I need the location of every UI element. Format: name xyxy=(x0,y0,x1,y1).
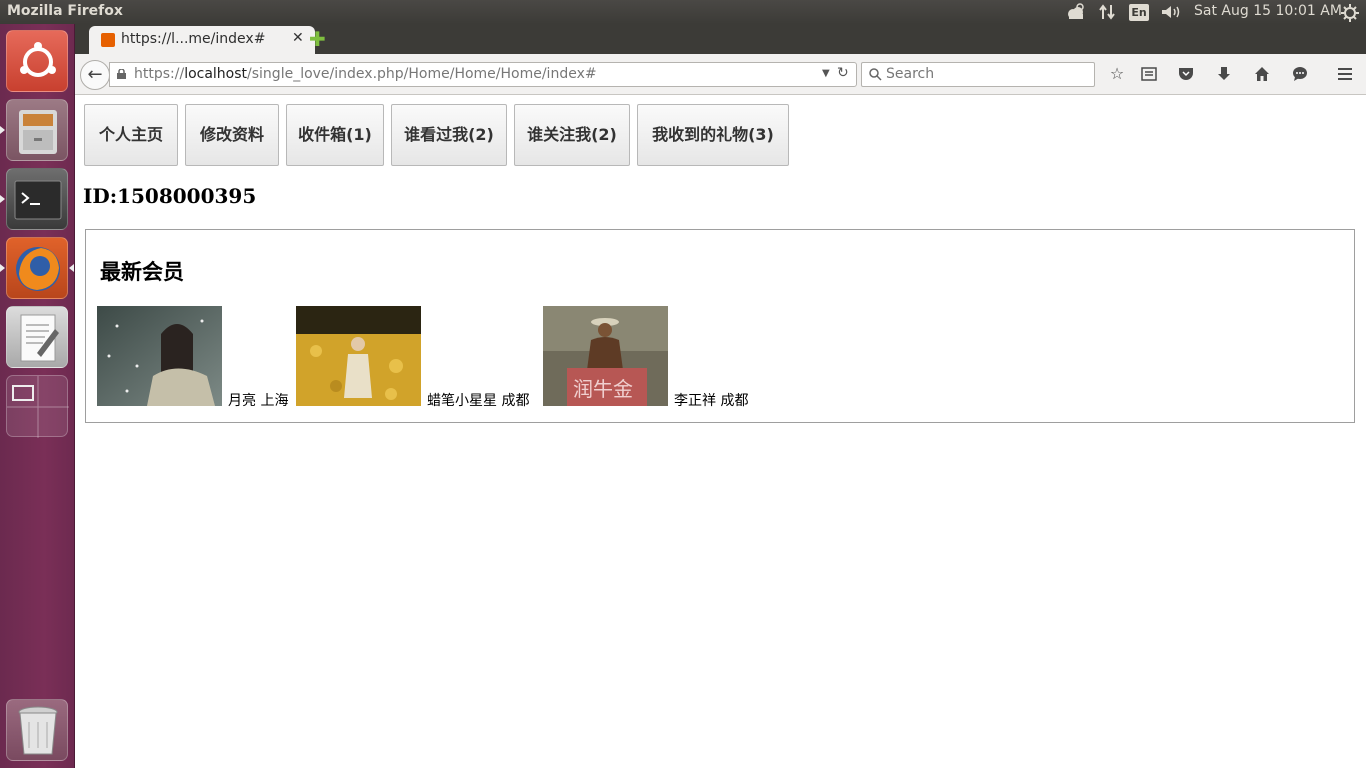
member-photo[interactable] xyxy=(296,306,421,406)
menu-hamburger-icon[interactable] xyxy=(1335,64,1355,84)
files-cabinet-icon[interactable] xyxy=(6,99,68,161)
member-photo[interactable] xyxy=(97,306,222,406)
top-panel: Mozilla Firefox En Sat Aug 15 10:01 AM xyxy=(0,0,1366,24)
reading-list-icon[interactable] xyxy=(1139,64,1159,84)
unity-launcher xyxy=(0,24,75,768)
svg-text:润牛金: 润牛金 xyxy=(573,377,633,401)
url-history-dropdown-icon[interactable]: ▼ xyxy=(822,68,830,79)
nav-button-who-viewed-me[interactable]: 谁看过我(2) xyxy=(391,104,507,166)
url-host: localhost xyxy=(184,66,248,82)
pocket-icon[interactable] xyxy=(1176,64,1196,84)
new-tab-plus-icon[interactable]: ✚ xyxy=(309,29,326,49)
back-arrow-icon[interactable]: ← xyxy=(80,60,110,90)
section-title: 最新会员 xyxy=(100,259,184,284)
launcher-pip xyxy=(0,264,5,272)
volume-icon[interactable] xyxy=(1160,2,1182,22)
member-name-city[interactable]: 月亮 上海 xyxy=(228,390,288,410)
session-gear-icon[interactable] xyxy=(1340,2,1360,22)
page-favicon-icon xyxy=(101,33,115,47)
window-title: Mozilla Firefox xyxy=(7,3,123,19)
firefox-icon[interactable] xyxy=(6,237,68,299)
search-icon xyxy=(869,68,882,81)
url-bar[interactable]: https://localhost/single_love/index.php/… xyxy=(109,62,857,87)
nav-button-inbox[interactable]: 收件箱(1) xyxy=(286,104,384,166)
member-name-city[interactable]: 李正祥 成都 xyxy=(674,390,748,410)
page-content: 个人主页 修改资料 收件箱(1) 谁看过我(2) 谁关注我(2) 我收到的礼物(… xyxy=(75,96,1366,768)
search-bar[interactable]: Search xyxy=(861,62,1095,87)
trash-icon[interactable] xyxy=(6,699,68,761)
nav-button-gifts-received[interactable]: 我收到的礼物(3) xyxy=(637,104,789,166)
workspace-switcher-icon[interactable] xyxy=(6,375,69,438)
home-icon[interactable] xyxy=(1252,64,1272,84)
keyboard-layout-indicator[interactable]: En xyxy=(1129,4,1149,21)
url-scheme: https:// xyxy=(134,66,185,82)
navigation-toolbar: ← https://localhost/single_love/index.ph… xyxy=(75,54,1366,95)
user-id: ID:1508000395 xyxy=(83,184,257,208)
tab-strip: https://l...me/index# ✕ ✚ xyxy=(75,24,1366,54)
latest-members-section: 最新会员 月亮 上海 蜡笔小星星 成都 润牛金 李正祥 成都 xyxy=(85,229,1355,423)
downloads-arrow-icon[interactable] xyxy=(1214,64,1234,84)
launcher-pip xyxy=(0,126,5,134)
text-editor-icon[interactable] xyxy=(6,306,68,368)
ubuntu-dash-icon[interactable] xyxy=(6,30,68,92)
search-placeholder: Search xyxy=(886,66,935,82)
nav-button-home[interactable]: 个人主页 xyxy=(84,104,178,166)
member-name-city[interactable]: 蜡笔小星星 成都 xyxy=(427,390,529,410)
terminal-icon[interactable] xyxy=(6,168,68,230)
tab-close-icon[interactable]: ✕ xyxy=(292,30,304,46)
weather-cloud-icon[interactable] xyxy=(1064,2,1086,22)
tab-title: https://l...me/index# xyxy=(121,31,266,47)
lock-icon[interactable] xyxy=(117,69,126,79)
launcher-pip xyxy=(0,195,5,203)
tab-active[interactable]: https://l...me/index# ✕ xyxy=(89,26,315,54)
nav-button-edit-profile[interactable]: 修改资料 xyxy=(185,104,279,166)
url-path: /single_love/index.php/Home/Home/Home/in… xyxy=(247,66,597,82)
clock[interactable]: Sat Aug 15 10:01 AM xyxy=(1194,3,1342,19)
nav-button-who-follows-me[interactable]: 谁关注我(2) xyxy=(514,104,630,166)
chat-bubble-icon[interactable] xyxy=(1290,64,1310,84)
reload-icon[interactable]: ↻ xyxy=(837,65,849,81)
network-icon[interactable] xyxy=(1098,2,1116,22)
bookmark-star-icon[interactable]: ☆ xyxy=(1107,64,1127,84)
launcher-pip-active xyxy=(69,264,74,272)
member-photo[interactable]: 润牛金 xyxy=(543,306,668,406)
url-text[interactable]: https://localhost/single_love/index.php/… xyxy=(134,66,597,82)
